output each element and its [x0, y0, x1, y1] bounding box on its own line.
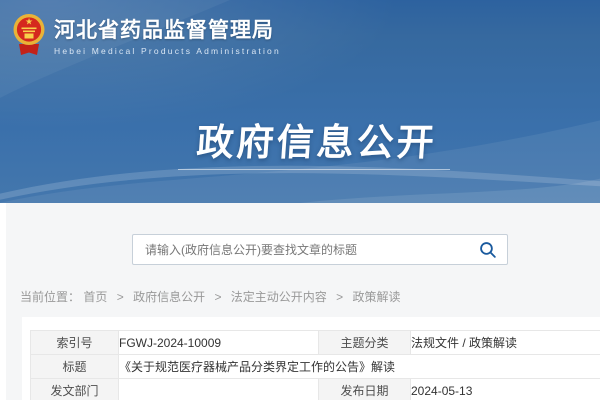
breadcrumb-current: 政策解读	[353, 290, 401, 304]
breadcrumb: 当前位置： 首页 > 政府信息公开 > 法定主动公开内容 > 政策解读	[20, 288, 401, 305]
field-label-category: 主题分类	[319, 331, 411, 355]
content-area: 当前位置： 首页 > 政府信息公开 > 法定主动公开内容 > 政策解读 索引号 …	[0, 203, 600, 400]
field-value-department	[119, 379, 319, 400]
search-bar	[132, 234, 508, 265]
field-value-title: 《关于规范医疗器械产品分类界定工作的公告》解读	[119, 355, 600, 379]
site-title: 河北省药品监督管理局	[54, 19, 281, 42]
svg-text:★: ★	[25, 17, 33, 27]
breadcrumb-statutory-disclosure[interactable]: 法定主动公开内容	[231, 290, 327, 304]
breadcrumb-separator: >	[117, 290, 124, 304]
table-row: 索引号 FGWJ-2024-10009 主题分类 法规文件 / 政策解读	[31, 331, 600, 355]
banner-underline	[178, 169, 450, 170]
field-label-index: 索引号	[31, 331, 119, 355]
field-value-index: FGWJ-2024-10009	[119, 331, 319, 355]
breadcrumb-home[interactable]: 首页	[83, 290, 107, 304]
breadcrumb-label: 当前位置：	[20, 290, 80, 304]
breadcrumb-gov-info[interactable]: 政府信息公开	[133, 290, 205, 304]
left-margin-strip	[0, 203, 6, 400]
site-header: ★ 河北省药品监督管理局 Hebei Medical Products Admi…	[12, 11, 281, 57]
field-value-category: 法规文件 / 政策解读	[411, 331, 600, 355]
table-row: 发文部门 发布日期 2024-05-13	[31, 379, 600, 400]
table-row: 标题 《关于规范医疗器械产品分类界定工作的公告》解读	[31, 355, 600, 379]
search-button[interactable]	[475, 241, 507, 259]
article-info-card: 索引号 FGWJ-2024-10009 主题分类 法规文件 / 政策解读 标题 …	[22, 317, 600, 400]
breadcrumb-separator: >	[214, 290, 221, 304]
banner-title: 政府信息公开	[0, 112, 600, 166]
org-name-block: 河北省药品监督管理局 Hebei Medical Products Admini…	[54, 11, 281, 56]
field-label-title: 标题	[31, 355, 119, 379]
info-table: 索引号 FGWJ-2024-10009 主题分类 法规文件 / 政策解读 标题 …	[30, 330, 600, 400]
hero-banner: ★ 河北省药品监督管理局 Hebei Medical Products Admi…	[0, 0, 600, 203]
field-label-department: 发文部门	[31, 379, 119, 400]
national-emblem-icon: ★	[12, 11, 46, 57]
field-label-publish-date: 发布日期	[319, 379, 411, 400]
search-icon	[479, 241, 497, 259]
field-value-publish-date: 2024-05-13	[411, 379, 600, 400]
search-input[interactable]	[133, 243, 475, 257]
site-subtitle: Hebei Medical Products Administration	[54, 46, 281, 56]
breadcrumb-separator: >	[336, 290, 343, 304]
page: ★ 河北省药品监督管理局 Hebei Medical Products Admi…	[0, 0, 600, 400]
